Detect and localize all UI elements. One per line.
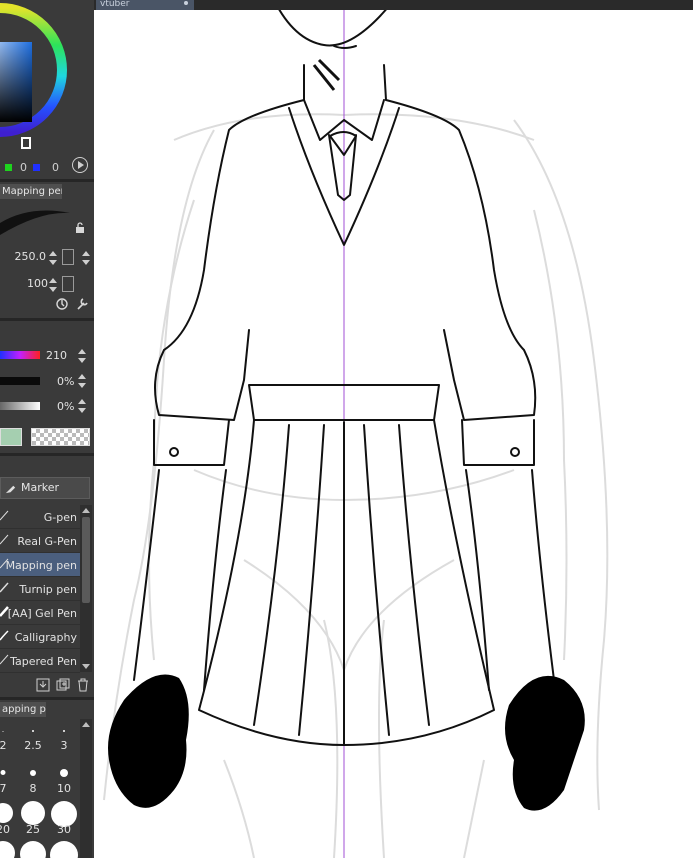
brightness-slider[interactable]	[0, 402, 40, 410]
scroll-down-icon[interactable]	[82, 664, 90, 669]
size-label: 30	[57, 823, 71, 836]
brush-size-value[interactable]: 250.0	[15, 250, 47, 263]
opacity-pressure-button[interactable]	[62, 276, 74, 292]
list-item[interactable]: G-pen	[0, 505, 80, 529]
lock-icon[interactable]	[74, 222, 86, 234]
sub-tool-actions	[0, 676, 94, 694]
marker-label: Marker	[21, 481, 60, 494]
drawing-canvas[interactable]	[94, 0, 693, 858]
blue-channel-swatch	[33, 164, 40, 171]
size-option[interactable]: 30	[51, 801, 77, 839]
green-value: 0	[20, 161, 27, 174]
opacity-field[interactable]: 100	[0, 274, 94, 296]
list-item-selected[interactable]: Mapping pen	[0, 553, 80, 577]
marker-group-button[interactable]: Marker	[0, 477, 90, 499]
marker-icon	[5, 485, 16, 494]
panel-divider	[0, 179, 94, 182]
hue-value: 210	[46, 349, 67, 362]
sub-tool-scrollbar[interactable]	[80, 505, 92, 672]
size-label: 2.5	[24, 739, 42, 752]
opacity-spinner[interactable]	[48, 277, 57, 293]
saturation-value: 0%	[57, 375, 75, 388]
opacity-value[interactable]: 100	[27, 277, 48, 290]
brush-size-field[interactable]: 250.0	[0, 247, 94, 269]
scroll-thumb[interactable]	[82, 517, 90, 603]
list-item[interactable]: Turnip pen	[0, 577, 80, 601]
size-option[interactable]: 20	[0, 801, 16, 839]
brush-size-tab[interactable]: apping pen]	[0, 702, 46, 717]
brush-size-pressure-button[interactable]	[62, 249, 74, 265]
saturation-slider[interactable]	[0, 377, 40, 385]
canvas-artwork	[103, 0, 609, 858]
brush-name: Real G-Pen	[17, 535, 77, 548]
size-option[interactable]: 7	[0, 764, 16, 802]
brush-name: Turnip pen	[19, 583, 77, 596]
brush-stroke-icon	[0, 654, 9, 665]
duplicate-icon[interactable]	[56, 678, 70, 692]
size-label: 7	[0, 782, 7, 795]
brush-name: Mapping pen	[5, 559, 77, 572]
brush-name: Calligraphy	[14, 631, 77, 644]
size-label: 25	[26, 823, 40, 836]
brush-name: G-pen	[43, 511, 77, 524]
panel-divider	[0, 318, 94, 321]
main-color-swatch[interactable]	[0, 428, 22, 446]
panel-divider	[0, 453, 94, 456]
list-item[interactable]: Real G-Pen	[0, 529, 80, 553]
import-icon[interactable]	[36, 678, 50, 692]
brush-stroke-icon	[0, 534, 9, 545]
panel-scroll-arrows[interactable]	[81, 250, 90, 266]
size-option[interactable]: 10	[51, 764, 77, 802]
transparent-color-swatch[interactable]	[31, 428, 90, 446]
size-label: 3	[60, 739, 68, 752]
size-option[interactable]: 25	[20, 801, 46, 839]
scroll-up-icon[interactable]	[82, 722, 90, 727]
brush-stroke-icon	[0, 582, 9, 593]
document-tab-title: vtuber	[100, 0, 130, 9]
saturation-spinner[interactable]	[77, 373, 86, 389]
brush-name: [AA] Gel Pen	[7, 607, 77, 620]
size-option[interactable]: 3	[51, 719, 77, 757]
size-option[interactable]: 2.5	[20, 719, 46, 757]
wrench-icon[interactable]	[75, 297, 89, 311]
brush-size-grid: 2 2.5 3 7 8 10 20 25 30	[0, 719, 80, 858]
green-channel-swatch	[5, 164, 12, 171]
document-tab[interactable]: vtuber	[96, 0, 194, 10]
list-item[interactable]: [AA] Gel Pen	[0, 601, 80, 625]
size-label: 8	[29, 782, 37, 795]
brush-stroke-icon	[0, 630, 9, 641]
brush-name: Tapered Pen	[10, 655, 77, 668]
size-option[interactable]	[20, 841, 46, 858]
play-icon[interactable]	[72, 157, 88, 173]
hue-spinner[interactable]	[77, 348, 86, 364]
brush-size-spinner[interactable]	[48, 250, 57, 266]
left-panel: 0 0 Mapping pen] 250.0 100 210 0% 0%	[0, 0, 94, 858]
brightness-spinner[interactable]	[77, 398, 86, 414]
size-option[interactable]: 8	[20, 764, 46, 802]
size-label: 20	[0, 823, 10, 836]
size-option[interactable]	[0, 841, 16, 858]
blue-value: 0	[52, 161, 59, 174]
hue-slider[interactable]	[0, 351, 40, 359]
brush-stroke-icon	[0, 510, 9, 521]
rotate-icon[interactable]	[55, 297, 69, 311]
sub-tool-list: G-pen Real G-Pen Mapping pen Turnip pen …	[0, 505, 80, 675]
brightness-value: 0%	[57, 400, 75, 413]
size-option[interactable]: 2	[0, 719, 16, 757]
close-icon[interactable]	[184, 1, 188, 5]
size-option[interactable]	[50, 841, 78, 858]
panel-divider	[0, 697, 94, 700]
size-label: 10	[57, 782, 71, 795]
scroll-up-icon[interactable]	[82, 508, 90, 513]
list-item[interactable]: Calligraphy	[0, 625, 80, 649]
brush-size-scrollbar[interactable]	[80, 719, 92, 858]
list-item[interactable]: Tapered Pen	[0, 649, 80, 673]
size-label: 2	[0, 739, 7, 752]
delete-icon[interactable]	[76, 678, 90, 692]
color-wheel[interactable]	[0, 0, 68, 160]
tool-property-tab[interactable]: Mapping pen]	[0, 184, 62, 199]
